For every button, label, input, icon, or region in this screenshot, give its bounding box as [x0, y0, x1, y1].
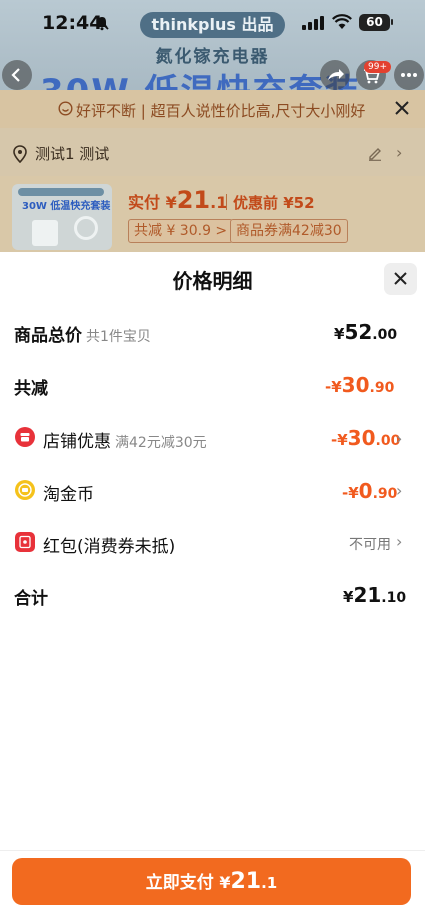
shop-discount-label[interactable]: 店铺优惠 满42元减30元 — [43, 427, 207, 452]
battery-tip — [391, 19, 393, 25]
gold-coin-icon — [15, 480, 35, 500]
goods-total-label: 商品总价 共1件宝贝 — [14, 326, 151, 346]
total-discount-tag[interactable]: 共减 ¥ 30.9 > — [128, 219, 234, 243]
red-packet-label[interactable]: 红包(消费券未抵) — [43, 532, 175, 557]
bottom-divider — [0, 850, 425, 851]
product-image-title: 30W 低温快充套装 — [22, 201, 111, 212]
pay-now-button[interactable]: 立即支付 ¥21.1 — [12, 858, 411, 905]
signal-icon — [302, 16, 324, 30]
chevron-right-icon: › — [396, 481, 403, 500]
back-button[interactable] — [2, 60, 32, 90]
edit-icon[interactable] — [367, 145, 383, 161]
red-packet-status[interactable]: 不可用 — [349, 534, 391, 554]
taojinbi-label[interactable]: 淘金币 — [43, 480, 94, 505]
total-label: 合计 — [14, 589, 48, 609]
share-button[interactable] — [320, 60, 350, 90]
price-detail-sheet — [0, 252, 425, 910]
battery-icon: 60 — [359, 14, 390, 31]
back-arrow-icon — [11, 68, 20, 82]
goods-total-value: ¥52.00 — [334, 320, 398, 344]
close-icon — [394, 272, 407, 285]
sheet-close-button[interactable] — [384, 263, 417, 295]
total-off-value: -¥30.90 — [325, 373, 395, 397]
wifi-icon — [332, 14, 352, 29]
product-image[interactable]: 30W 低温快充套装 — [12, 184, 112, 250]
shop-icon — [15, 427, 35, 447]
paid-dec: .1 — [210, 193, 228, 212]
chevron-right-icon: › — [396, 429, 403, 448]
sheet-title: 价格明细 — [172, 269, 253, 293]
goods-count: 共1件宝贝 — [86, 329, 151, 345]
cable-graphic — [74, 216, 98, 240]
coupon-tag: 商品券满42减30 — [230, 219, 348, 243]
shop-discount-value[interactable]: -¥30.00 — [331, 426, 400, 450]
chevron-right-icon: › — [396, 532, 403, 551]
address-chevron-icon: › — [396, 143, 403, 162]
charger-graphic — [32, 220, 58, 246]
more-button[interactable] — [394, 60, 424, 90]
smile-icon — [58, 101, 73, 116]
status-bar: 12:44 60 — [0, 0, 425, 46]
paid-int: 21 — [176, 186, 211, 214]
background-page: thinkplus 出品 氮化镓充电器 30W 低温快充套装 12:44 60 — [0, 0, 425, 252]
close-icon[interactable] — [392, 98, 412, 118]
review-banner-text: 好评不断 | 超百人说性价比高,尺寸大小刚好 — [76, 102, 366, 120]
cart-badge: 99+ — [364, 61, 391, 73]
paid-label: 实付 ¥ — [128, 193, 177, 212]
silent-bell-icon — [95, 16, 109, 31]
share-icon — [328, 69, 344, 80]
location-pin-icon — [13, 145, 27, 163]
price-separator — [226, 194, 227, 210]
total-off-label: 共减 — [14, 379, 48, 399]
shop-discount-rule: 满42元减30元 — [115, 435, 207, 451]
red-packet-icon — [15, 532, 35, 552]
taojinbi-value[interactable]: -¥0.90 — [342, 479, 397, 503]
paid-price: 实付 ¥21.1 — [128, 186, 227, 214]
address-text: 测试1 测试 — [35, 145, 110, 163]
pre-discount-price: 优惠前 ¥52 — [233, 194, 315, 212]
product-image-tag — [18, 188, 104, 196]
more-icon — [401, 73, 417, 77]
total-value: ¥21.10 — [343, 583, 407, 607]
